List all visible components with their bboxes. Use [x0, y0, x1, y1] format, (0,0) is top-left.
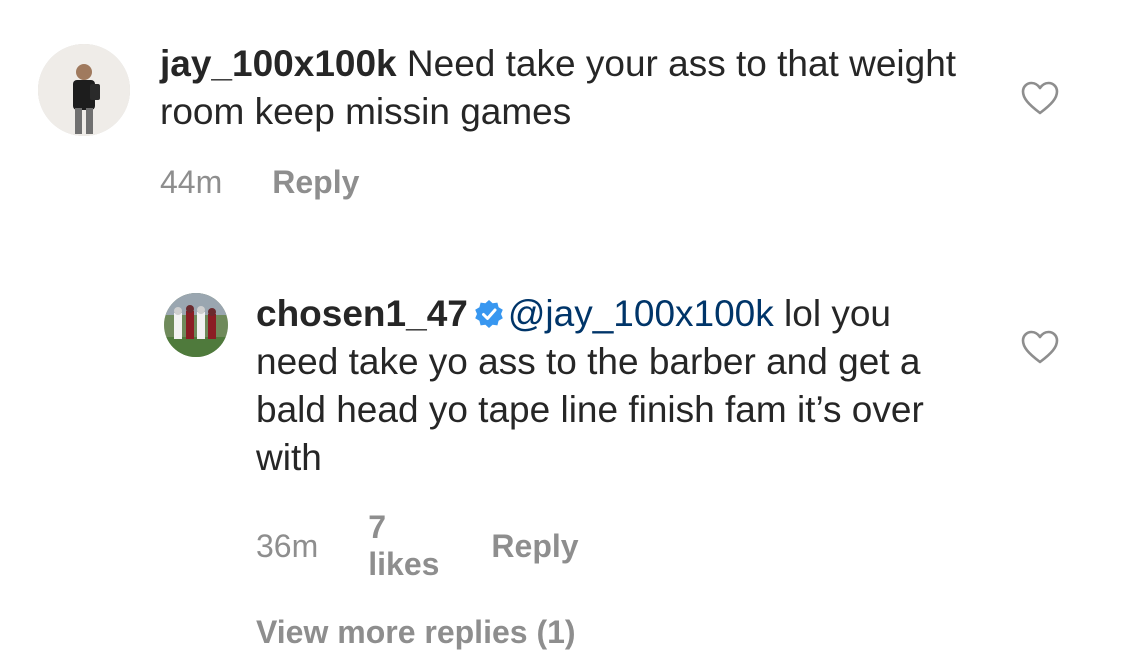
reply-text: chosen1_47 @jay_100x100k lol you need ta… — [256, 290, 956, 482]
reply-button[interactable]: Reply — [491, 528, 578, 565]
comment-text: jay_100x100k Need take your ass to that … — [160, 40, 980, 136]
reply-timestamp: 36m — [256, 527, 319, 564]
comment-meta: 44m Reply — [160, 164, 359, 201]
heart-outline-icon[interactable] — [1020, 80, 1060, 116]
heart-outline-icon[interactable] — [1020, 329, 1060, 365]
reply-mention[interactable]: @jay_100x100k — [508, 293, 774, 334]
avatar[interactable] — [38, 44, 130, 136]
comment-timestamp: 44m — [160, 164, 223, 200]
likes-count[interactable]: 7 likes — [368, 509, 439, 583]
avatar[interactable] — [164, 293, 228, 357]
verified-badge-icon — [475, 300, 503, 328]
view-more-replies-button[interactable]: View more replies (1) — [256, 614, 576, 651]
reply-username[interactable]: chosen1_47 — [256, 293, 468, 334]
reply-meta: 36m 7 likes Reply — [256, 509, 579, 583]
avatar-photo — [164, 293, 228, 357]
avatar-photo — [38, 44, 130, 136]
comment-username[interactable]: jay_100x100k — [160, 43, 397, 84]
reply-button[interactable]: Reply — [272, 164, 359, 201]
view-more-label: View more replies (1) — [256, 614, 576, 650]
